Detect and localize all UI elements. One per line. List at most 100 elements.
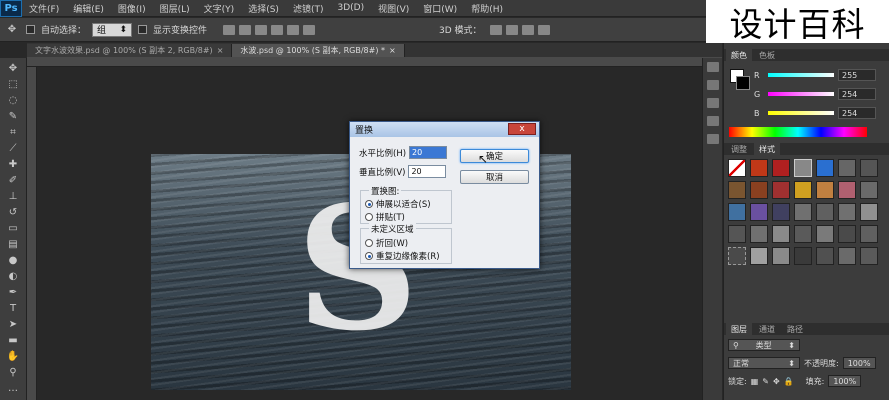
menu-file[interactable]: 文件(F)	[22, 2, 66, 15]
cancel-button[interactable]: 取消	[460, 170, 529, 184]
lock-move-icon[interactable]: ✥	[773, 377, 780, 386]
g-slider[interactable]	[768, 92, 834, 96]
lock-pixels-icon[interactable]: ▦	[751, 377, 759, 386]
style-swatch[interactable]	[860, 247, 878, 265]
g-value-input[interactable]: 254	[838, 88, 876, 100]
style-swatch[interactable]	[816, 159, 834, 177]
info-panel-icon[interactable]	[706, 98, 719, 108]
lock-brush-icon[interactable]: ✎	[762, 377, 769, 386]
align-center-icon[interactable]	[287, 24, 300, 35]
history-panel-icon[interactable]	[706, 62, 719, 72]
move-tool-icon[interactable]: ✥	[5, 62, 21, 75]
tab-styles[interactable]: 样式	[754, 143, 780, 155]
color-spectrum-bar[interactable]	[729, 127, 867, 137]
tab-document-2[interactable]: 水波.psd @ 100% (S 副本, RGB/8#) * ×	[232, 44, 405, 57]
menu-image[interactable]: 图像(I)	[111, 2, 153, 15]
3d-roll-icon[interactable]	[505, 24, 518, 35]
style-swatch[interactable]	[794, 181, 812, 199]
b-value-input[interactable]: 254	[838, 107, 876, 119]
healing-tool-icon[interactable]: ✚	[5, 158, 21, 171]
menu-view[interactable]: 视图(V)	[371, 2, 416, 15]
style-swatch[interactable]	[750, 203, 768, 221]
shape-tool-icon[interactable]: ▬	[5, 334, 21, 347]
style-swatch[interactable]	[838, 159, 856, 177]
tab-paths[interactable]: 路径	[782, 323, 808, 335]
properties-panel-icon[interactable]	[706, 80, 719, 90]
h-scale-input[interactable]: 20	[409, 146, 448, 159]
paragraph-panel-icon[interactable]	[706, 134, 719, 144]
v-scale-input[interactable]: 20	[408, 165, 447, 178]
align-middle-icon[interactable]	[239, 24, 252, 35]
style-swatch[interactable]	[794, 203, 812, 221]
style-swatch[interactable]	[728, 247, 746, 265]
auto-select-checkbox[interactable]	[26, 25, 35, 34]
ok-button[interactable]: 确定	[460, 149, 529, 163]
marquee-tool-icon[interactable]: ⬚	[5, 78, 21, 91]
style-swatch[interactable]	[772, 159, 790, 177]
style-swatch[interactable]	[728, 225, 746, 243]
style-swatch[interactable]	[816, 225, 834, 243]
radio-wrap[interactable]: 折回(W)	[365, 237, 408, 249]
character-panel-icon[interactable]	[706, 116, 719, 126]
lock-all-icon[interactable]: 🔒	[784, 377, 794, 386]
style-swatch[interactable]	[838, 247, 856, 265]
lasso-tool-icon[interactable]: ◌	[5, 94, 21, 107]
3d-rotate-icon[interactable]	[489, 24, 502, 35]
style-swatch[interactable]	[794, 159, 812, 177]
quick-select-tool-icon[interactable]: ✎	[5, 110, 21, 123]
b-slider[interactable]	[768, 111, 834, 115]
r-slider[interactable]	[768, 73, 834, 77]
3d-slide-icon[interactable]	[537, 24, 550, 35]
pen-tool-icon[interactable]: ✒	[5, 286, 21, 299]
tab-layers[interactable]: 图层	[726, 323, 752, 335]
dodge-tool-icon[interactable]: ◐	[5, 270, 21, 283]
menu-window[interactable]: 窗口(W)	[416, 2, 464, 15]
menu-layer[interactable]: 图层(L)	[153, 2, 197, 15]
style-swatch[interactable]	[860, 203, 878, 221]
blend-mode-dropdown[interactable]: 正常 ⬍	[728, 357, 800, 369]
move-tool-icon[interactable]: ✥	[4, 23, 20, 36]
style-swatch[interactable]	[816, 181, 834, 199]
style-swatch[interactable]	[750, 247, 768, 265]
eyedropper-tool-icon[interactable]: ⟋	[5, 142, 21, 155]
eraser-tool-icon[interactable]: ▭	[5, 222, 21, 235]
style-swatch[interactable]	[728, 203, 746, 221]
style-swatch[interactable]	[860, 181, 878, 199]
style-swatch[interactable]	[838, 225, 856, 243]
style-swatch[interactable]	[772, 247, 790, 265]
menu-filter[interactable]: 滤镜(T)	[286, 2, 331, 15]
style-swatch[interactable]	[750, 159, 768, 177]
fill-input[interactable]: 100%	[828, 375, 862, 387]
type-tool-icon[interactable]: T	[5, 302, 21, 315]
align-top-icon[interactable]	[223, 24, 236, 35]
show-transform-checkbox[interactable]	[138, 25, 148, 34]
style-swatch[interactable]	[728, 181, 746, 199]
menu-3d[interactable]: 3D(D)	[330, 3, 371, 13]
style-swatch[interactable]	[794, 247, 812, 265]
hand-tool-icon[interactable]: ✋	[5, 350, 21, 363]
stamp-tool-icon[interactable]: ⊥	[5, 190, 21, 203]
history-brush-tool-icon[interactable]: ↺	[5, 206, 21, 219]
close-icon[interactable]: ×	[217, 46, 224, 55]
gradient-tool-icon[interactable]: ▤	[5, 238, 21, 251]
tab-swatches[interactable]: 色板	[754, 49, 780, 61]
tab-adjustments[interactable]: 调整	[726, 143, 752, 155]
style-swatch[interactable]	[838, 181, 856, 199]
radio-tile[interactable]: 拼贴(T)	[365, 211, 405, 223]
radio-repeat-edge[interactable]: 重复边缘像素(R)	[365, 250, 440, 262]
menu-help[interactable]: 帮助(H)	[464, 2, 510, 15]
align-right-icon[interactable]	[303, 24, 316, 35]
3d-pan-icon[interactable]	[521, 24, 534, 35]
crop-tool-icon[interactable]: ⌗	[5, 126, 21, 139]
style-swatch[interactable]	[728, 159, 746, 177]
blur-tool-icon[interactable]: ●	[5, 254, 21, 267]
layer-kind-dropdown[interactable]: ⚲ 类型 ⬍	[728, 339, 800, 351]
menu-type[interactable]: 文字(Y)	[197, 2, 242, 15]
style-swatch[interactable]	[860, 225, 878, 243]
r-value-input[interactable]: 255	[838, 69, 876, 81]
tab-color[interactable]: 颜色	[726, 49, 752, 61]
style-swatch[interactable]	[772, 181, 790, 199]
menu-edit[interactable]: 编辑(E)	[66, 2, 111, 15]
style-swatch[interactable]	[838, 203, 856, 221]
background-color-swatch[interactable]	[736, 76, 750, 90]
